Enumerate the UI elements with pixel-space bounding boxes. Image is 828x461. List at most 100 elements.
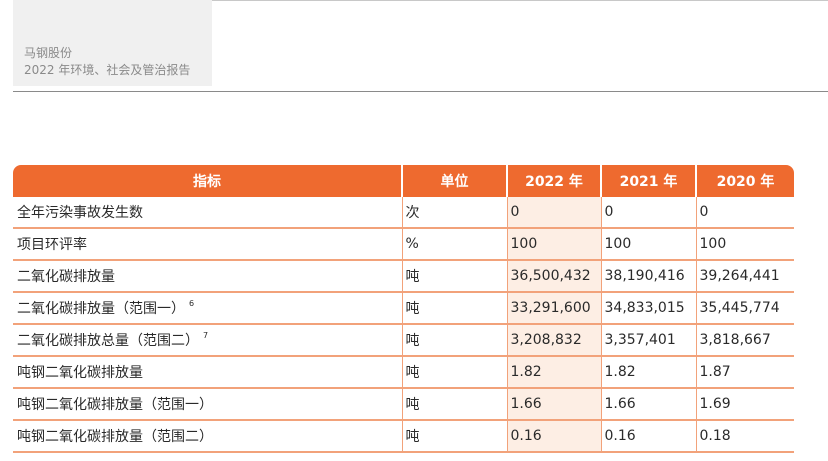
footnote-marker: 6 [189,299,195,308]
table-row: 二氧化碳排放量 吨 36,500,432 38,190,416 39,264,441 [13,260,794,293]
value-2020-cell: 1.87 [695,356,794,389]
value-2022-text: 33,291,600 [510,300,591,316]
column-header-2022: 2022 年 [506,165,601,197]
value-2022-cell: 0 [506,197,601,229]
value-2022-cell: 3,208,832 [506,324,601,357]
unit-cell: 吨 [401,324,507,357]
value-2021-text: 0.16 [604,428,636,444]
value-2020-cell: 35,445,774 [695,292,794,325]
environment-data-table-wrap: 指标 单位 2022 年 2021 年 2020 年 全年污染事故发生数 次 0 0 0… [13,165,794,453]
indicator-cell: 项目环评率 [13,228,402,261]
value-2021-text: 1.82 [604,364,636,380]
indicator-text: 二氧化碳排放总量（范围二） [17,333,199,349]
table-row: 全年污染事故发生数 次 0 0 0 [13,197,794,229]
environment-data-table: 指标 单位 2022 年 2021 年 2020 年 全年污染事故发生数 次 0 0 0… [13,165,794,453]
column-header-indicator: 指标 [13,165,402,197]
unit-text: 吨 [405,333,420,349]
indicator-text: 项目环评率 [17,237,87,253]
value-2020-text: 1.87 [699,364,731,380]
unit-cell: 吨 [401,420,507,453]
indicator-text: 吨钢二氧化碳排放量（范围二） [17,429,213,445]
value-2022-cell: 33,291,600 [506,292,601,325]
value-2020-text: 3,818,667 [699,332,771,348]
value-2020-text: 0 [699,204,709,220]
value-2021-cell: 1.66 [600,388,696,421]
indicator-text: 吨钢二氧化碳排放量（范围一） [17,397,213,413]
company-name: 马钢股份 [24,46,73,60]
value-2021-text: 100 [604,236,632,252]
table-row: 二氧化碳排放总量（范围二） 7 吨 3,208,832 3,357,401 3,818,6… [13,324,794,357]
value-2021-cell: 1.82 [600,356,696,389]
value-2020-text: 100 [699,236,727,252]
unit-cell: 吨 [401,356,507,389]
indicator-cell: 二氧化碳排放量 [13,260,402,293]
footnote-marker: 7 [203,331,209,340]
value-2021-text: 38,190,416 [604,268,685,284]
indicator-text: 吨钢二氧化碳排放量 [17,365,143,381]
value-2021-cell: 38,190,416 [600,260,696,293]
value-2021-cell: 100 [600,228,696,261]
value-2022-cell: 0.16 [506,420,601,453]
value-2020-cell: 3,818,667 [695,324,794,357]
value-2020-text: 1.69 [699,396,731,412]
top-divider [212,0,828,1]
value-2022-text: 0 [510,204,520,220]
indicator-cell: 二氧化碳排放量（范围一） 6 [13,292,402,325]
unit-text: 次 [405,205,420,221]
value-2020-cell: 0.18 [695,420,794,453]
value-2020-text: 39,264,441 [699,268,780,284]
value-2022-text: 1.82 [510,364,542,380]
table-row: 吨钢二氧化碳排放量 吨 1.82 1.82 1.87 [13,356,794,389]
column-header-2021: 2021 年 [600,165,696,197]
unit-text: 吨 [405,301,420,317]
value-2020-cell: 0 [695,197,794,229]
indicator-cell: 吨钢二氧化碳排放量 [13,356,402,389]
column-header-2020: 2020 年 [695,165,794,197]
unit-text: 吨 [405,429,420,445]
table-row: 吨钢二氧化碳排放量（范围一） 吨 1.66 1.66 1.69 [13,388,794,421]
value-2022-text: 1.66 [510,396,542,412]
value-2021-cell: 0 [600,197,696,229]
value-2022-text: 36,500,432 [510,268,591,284]
table-row: 二氧化碳排放量（范围一） 6 吨 33,291,600 34,833,015 35,445… [13,292,794,325]
value-2022-cell: 1.82 [506,356,601,389]
value-2021-cell: 34,833,015 [600,292,696,325]
value-2022-cell: 100 [506,228,601,261]
report-title: 2022 年环境、社会及管治报告 [24,63,191,77]
indicator-cell: 吨钢二氧化碳排放量（范围一） [13,388,402,421]
table-row: 项目环评率% 100 100 100 [13,228,794,261]
indicator-text: 二氧化碳排放量（范围一） [17,301,185,317]
value-2022-text: 100 [510,236,538,252]
indicator-cell: 二氧化碳排放总量（范围二） 7 [13,324,402,357]
indicator-text: 二氧化碳排放量 [17,269,115,285]
table-header-row: 指标 单位 2022 年 2021 年 2020 年 [13,165,794,197]
value-2021-cell: 3,357,401 [600,324,696,357]
indicator-cell: 吨钢二氧化碳排放量（范围二） [13,420,402,453]
value-2021-text: 34,833,015 [604,300,685,316]
unit-cell: % [401,228,507,261]
unit-text: 吨 [405,269,420,285]
unit-cell: 次 [401,197,507,229]
value-2020-cell: 39,264,441 [695,260,794,293]
value-2020-cell: 1.69 [695,388,794,421]
header-divider [13,91,828,92]
value-2022-text: 0.16 [510,428,542,444]
unit-cell: 吨 [401,388,507,421]
unit-text: 吨 [405,365,420,381]
unit-text: 吨 [405,397,420,413]
table-row: 吨钢二氧化碳排放量（范围二） 吨 0.16 0.16 0.18 [13,420,794,453]
indicator-text: 全年污染事故发生数 [17,205,143,221]
unit-cell: 吨 [401,292,507,325]
value-2022-text: 3,208,832 [510,332,582,348]
value-2020-text: 0.18 [699,428,731,444]
value-2021-text: 3,357,401 [604,332,676,348]
value-2021-text: 1.66 [604,396,636,412]
value-2021-text: 0 [604,204,614,220]
table-body: 全年污染事故发生数次 0 0 0 项目环评率% 100 100 100 二氧化碳排放量吨 36,5… [13,197,794,453]
unit-text: % [405,236,419,252]
value-2020-cell: 100 [695,228,794,261]
value-2021-cell: 0.16 [600,420,696,453]
value-2020-text: 35,445,774 [699,300,780,316]
indicator-cell: 全年污染事故发生数 [13,197,402,229]
column-header-unit: 单位 [401,165,507,197]
